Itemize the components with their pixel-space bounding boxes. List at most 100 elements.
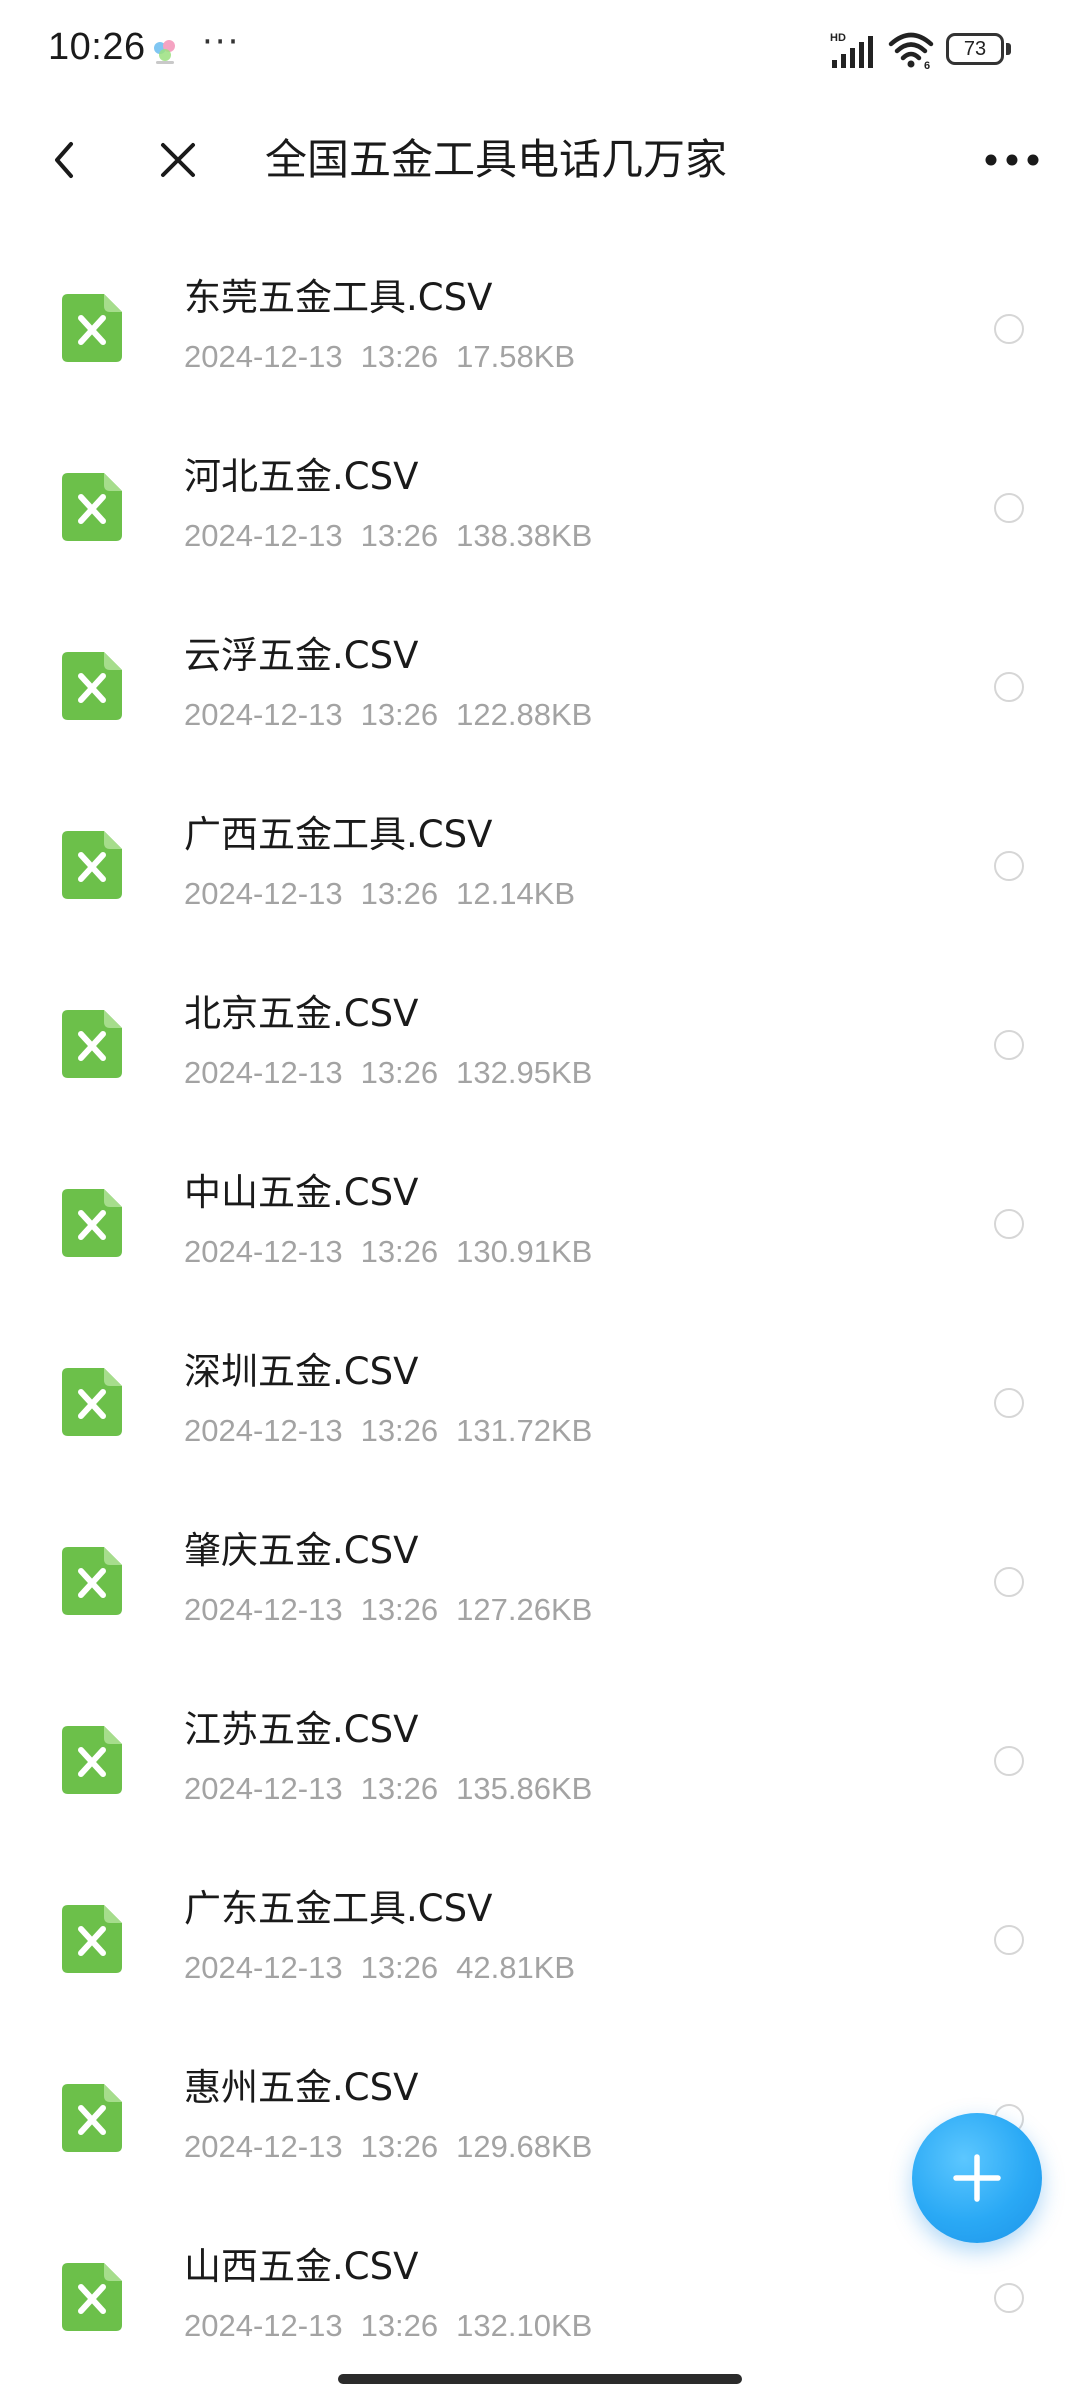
select-radio[interactable]	[994, 1746, 1024, 1776]
file-list-item[interactable]: 云浮五金.CSV 2024-12-13 13:26 122.88KB	[0, 598, 1080, 777]
file-time: 13:26	[360, 1771, 439, 1806]
file-date: 2024-12-13	[184, 697, 343, 732]
back-button[interactable]	[36, 132, 92, 188]
select-radio[interactable]	[994, 1567, 1024, 1597]
file-list-item[interactable]: 中山五金.CSV 2024-12-13 13:26 130.91KB	[0, 1135, 1080, 1314]
close-icon	[161, 143, 195, 177]
spreadsheet-file-icon	[62, 1726, 122, 1794]
file-name: 肇庆五金.CSV	[184, 1529, 419, 1572]
file-size: 130.91KB	[456, 1234, 593, 1269]
file-list-item[interactable]: 肇庆五金.CSV 2024-12-13 13:26 127.26KB	[0, 1493, 1080, 1672]
file-size: 129.68KB	[456, 2129, 593, 2164]
file-meta: 2024-12-13 13:26 132.95KB	[184, 1051, 592, 1095]
file-name: 江苏五金.CSV	[184, 1708, 419, 1751]
spreadsheet-file-icon	[62, 2084, 122, 2152]
file-meta: 2024-12-13 13:26 129.68KB	[184, 2125, 592, 2169]
file-meta: 2024-12-13 13:26 42.81KB	[184, 1946, 575, 1990]
select-radio[interactable]	[994, 314, 1024, 344]
home-indicator[interactable]	[338, 2374, 742, 2384]
spreadsheet-file-icon	[62, 294, 122, 362]
file-date: 2024-12-13	[184, 1592, 343, 1627]
file-size: 42.81KB	[456, 1950, 576, 1985]
file-list-item[interactable]: 山西五金.CSV 2024-12-13 13:26 132.10KB	[0, 2209, 1080, 2388]
file-meta: 2024-12-13 13:26 132.10KB	[184, 2304, 592, 2348]
spreadsheet-file-icon	[62, 1189, 122, 1257]
file-list: 东莞五金工具.CSV 2024-12-13 13:26 17.58KB 河北五金.C…	[0, 240, 1080, 2388]
file-date: 2024-12-13	[184, 1234, 343, 1269]
file-time: 13:26	[360, 1592, 439, 1627]
file-list-item[interactable]: 东莞五金工具.CSV 2024-12-13 13:26 17.58KB	[0, 240, 1080, 419]
file-size: 17.58KB	[456, 339, 576, 374]
file-size: 132.95KB	[456, 1055, 593, 1090]
file-date: 2024-12-13	[184, 876, 343, 911]
spreadsheet-file-icon	[62, 1905, 122, 1973]
more-horizontal-icon	[985, 154, 1039, 166]
file-meta: 2024-12-13 13:26 131.72KB	[184, 1409, 592, 1453]
spreadsheet-file-icon	[62, 1547, 122, 1615]
select-radio[interactable]	[994, 851, 1024, 881]
file-time: 13:26	[360, 339, 439, 374]
file-name: 惠州五金.CSV	[184, 2066, 419, 2109]
cellular-signal-icon: HD	[830, 32, 873, 68]
file-name: 河北五金.CSV	[184, 455, 419, 498]
select-radio[interactable]	[994, 1925, 1024, 1955]
file-date: 2024-12-13	[184, 1771, 343, 1806]
select-radio[interactable]	[994, 1209, 1024, 1239]
file-meta: 2024-12-13 13:26 130.91KB	[184, 1230, 592, 1274]
file-date: 2024-12-13	[184, 1950, 343, 1985]
file-size: 12.14KB	[456, 876, 576, 911]
spreadsheet-file-icon	[62, 473, 122, 541]
file-name: 云浮五金.CSV	[184, 634, 419, 677]
app-header: 全国五金工具电话几万家	[0, 110, 1080, 210]
file-time: 13:26	[360, 1055, 439, 1090]
file-size: 132.10KB	[456, 2308, 593, 2343]
file-time: 13:26	[360, 518, 439, 553]
select-radio[interactable]	[994, 672, 1024, 702]
file-list-item[interactable]: 广西五金工具.CSV 2024-12-13 13:26 12.14KB	[0, 777, 1080, 956]
wifi-icon: 6	[888, 32, 934, 70]
file-meta: 2024-12-13 13:26 17.58KB	[184, 335, 575, 379]
file-size: 135.86KB	[456, 1771, 593, 1806]
file-list-item[interactable]: 北京五金.CSV 2024-12-13 13:26 132.95KB	[0, 956, 1080, 1135]
file-time: 13:26	[360, 1950, 439, 1985]
select-radio[interactable]	[994, 493, 1024, 523]
chevron-left-icon	[55, 142, 73, 178]
file-size: 127.26KB	[456, 1592, 593, 1627]
page-title: 全国五金工具电话几万家	[265, 135, 728, 184]
select-radio[interactable]	[994, 1388, 1024, 1418]
file-list-item[interactable]: 广东五金工具.CSV 2024-12-13 13:26 42.81KB	[0, 1851, 1080, 2030]
file-date: 2024-12-13	[184, 1413, 343, 1448]
file-meta: 2024-12-13 13:26 135.86KB	[184, 1767, 592, 1811]
file-meta: 2024-12-13 13:26 122.88KB	[184, 693, 592, 737]
spreadsheet-file-icon	[62, 652, 122, 720]
file-meta: 2024-12-13 13:26 138.38KB	[184, 514, 592, 558]
select-radio[interactable]	[994, 1030, 1024, 1060]
file-time: 13:26	[360, 876, 439, 911]
add-fab-button[interactable]	[912, 2113, 1042, 2243]
file-time: 13:26	[360, 697, 439, 732]
hd-label: HD	[830, 32, 846, 44]
file-date: 2024-12-13	[184, 1055, 343, 1090]
file-list-item[interactable]: 河北五金.CSV 2024-12-13 13:26 138.38KB	[0, 419, 1080, 598]
file-name: 深圳五金.CSV	[184, 1350, 419, 1393]
spreadsheet-file-icon	[62, 1368, 122, 1436]
battery-level: 73	[946, 33, 1004, 65]
file-name: 北京五金.CSV	[184, 992, 419, 1035]
file-name: 广西五金工具.CSV	[184, 813, 493, 856]
file-list-item[interactable]: 江苏五金.CSV 2024-12-13 13:26 135.86KB	[0, 1672, 1080, 1851]
file-list-item[interactable]: 深圳五金.CSV 2024-12-13 13:26 131.72KB	[0, 1314, 1080, 1493]
file-date: 2024-12-13	[184, 339, 343, 374]
file-name: 东莞五金工具.CSV	[184, 276, 493, 319]
file-meta: 2024-12-13 13:26 127.26KB	[184, 1588, 592, 1632]
more-options-button[interactable]	[978, 132, 1046, 188]
file-date: 2024-12-13	[184, 2129, 343, 2164]
status-bar: 10:26 ··· HD 6 73	[0, 0, 1080, 100]
status-time: 10:26	[48, 26, 146, 68]
battery-icon: 73	[946, 33, 1012, 65]
file-time: 13:26	[360, 1234, 439, 1269]
close-button[interactable]	[150, 132, 206, 188]
select-radio[interactable]	[994, 2283, 1024, 2313]
file-name: 广东五金工具.CSV	[184, 1887, 493, 1930]
file-date: 2024-12-13	[184, 518, 343, 553]
plus-icon	[953, 2154, 1001, 2202]
